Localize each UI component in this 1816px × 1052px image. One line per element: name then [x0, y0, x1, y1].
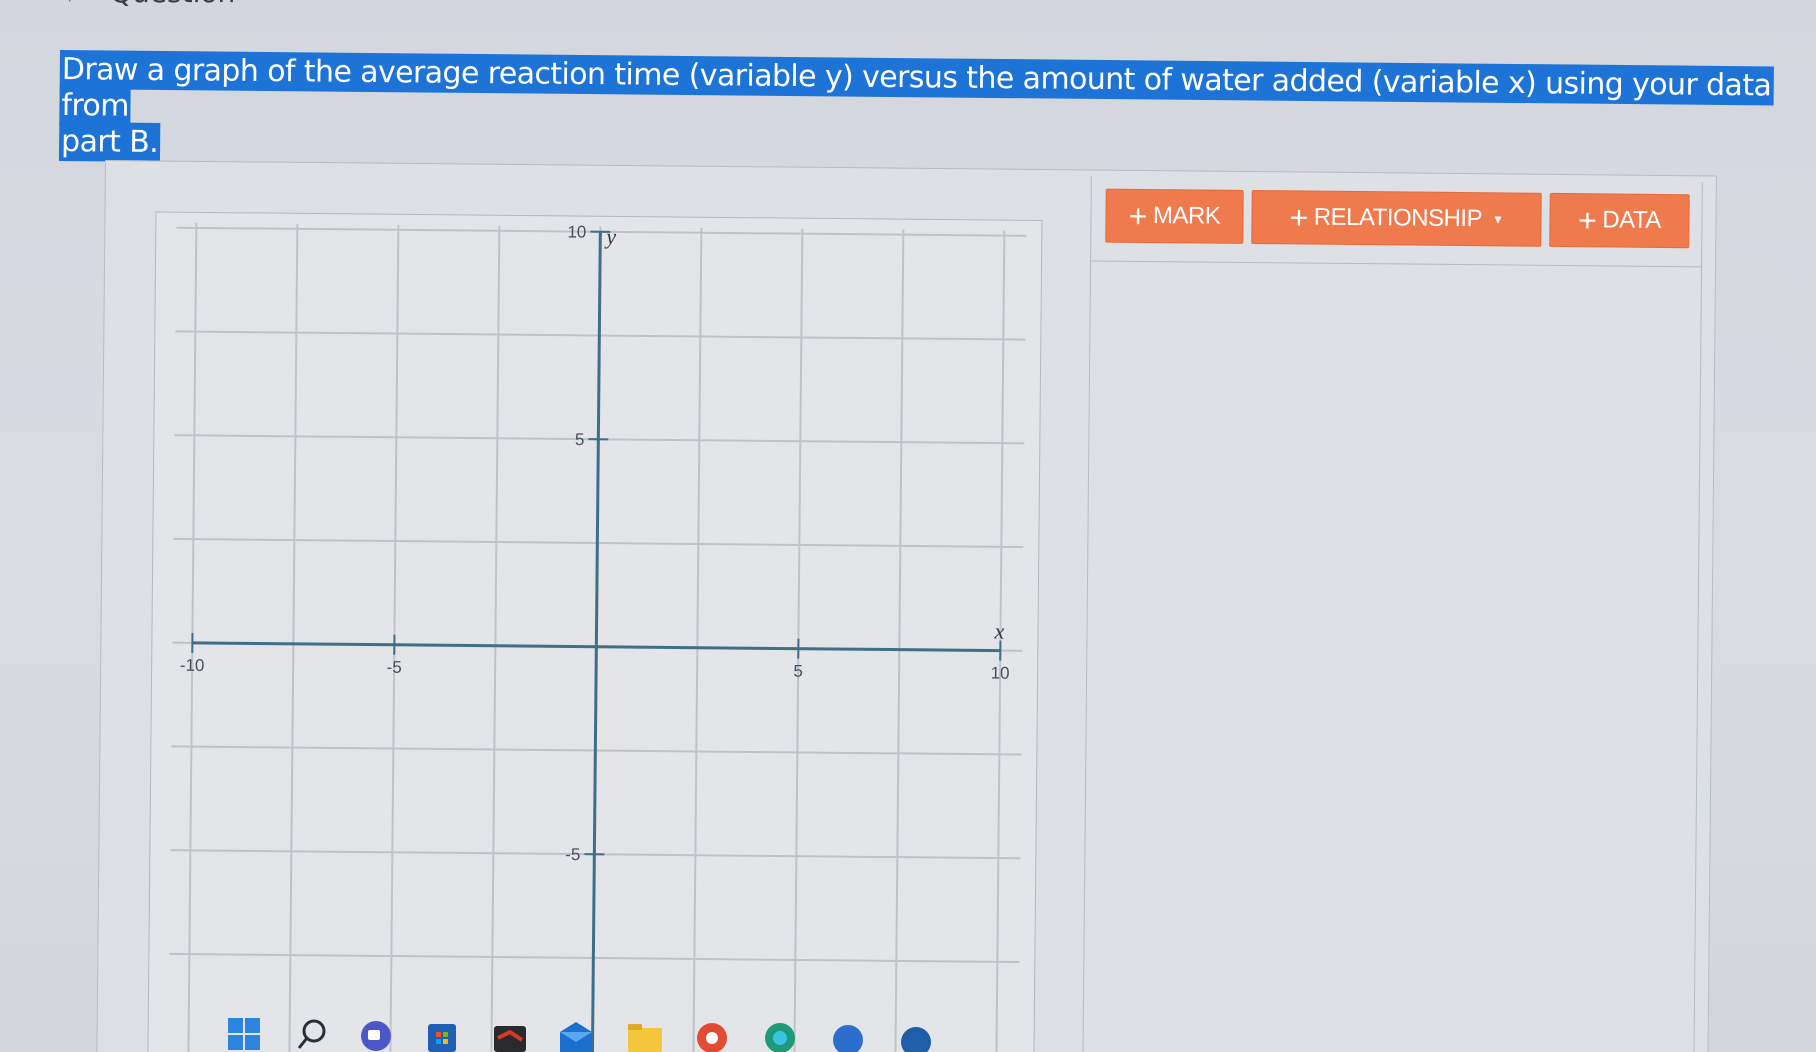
game-icon[interactable] [492, 1016, 528, 1052]
side-panel: + MARK + RELATIONSHIP ▼ + DATA [1082, 176, 1703, 1052]
add-data-button[interactable]: + DATA [1549, 192, 1690, 249]
grid-line-vertical [490, 225, 501, 1052]
graphing-widget: x y -10 -5 5 10 10 5 -5 + MARK + RELATIONSHIP ▼ … [96, 160, 1717, 1052]
y-tick-label: 10 [567, 222, 586, 241]
page-title: Question [110, 0, 235, 9]
y-axis-line [590, 231, 602, 1052]
data-label: DATA [1602, 206, 1661, 234]
file-explorer-icon[interactable] [626, 1016, 662, 1052]
axes [192, 231, 1001, 1052]
graph-panel[interactable]: x y -10 -5 5 10 10 5 -5 [147, 211, 1043, 1052]
plus-icon: + [1289, 199, 1308, 236]
x-tick-label: 5 [793, 662, 803, 681]
app-icon-2[interactable] [898, 1016, 934, 1052]
x-axis-label: x [993, 619, 1004, 644]
store-icon[interactable] [424, 1016, 460, 1052]
windows-start-icon[interactable] [226, 1016, 262, 1052]
x-tick-label: 10 [991, 664, 1010, 683]
y-tick-label: 5 [575, 430, 585, 449]
coordinate-plane[interactable]: x y -10 -5 5 10 10 5 -5 [148, 212, 1041, 1052]
plus-icon: + [1128, 197, 1148, 235]
y-axis-label: y [604, 224, 616, 249]
edge-icon[interactable] [762, 1016, 798, 1052]
chrome-icon[interactable] [694, 1016, 730, 1052]
screen: ♥ Question Draw a graph of the average r… [0, 0, 1816, 1052]
grid-line-vertical [894, 229, 905, 1052]
mail-icon[interactable] [558, 1016, 594, 1052]
y-tick-label: -5 [565, 845, 580, 864]
question-line-2: part B. [58, 121, 161, 162]
x-tick-label: -10 [180, 656, 205, 675]
search-icon[interactable] [294, 1016, 330, 1052]
heart-icon: ♥ [62, 0, 77, 6]
toolbar: + MARK + RELATIONSHIP ▼ + DATA [1091, 176, 1702, 268]
grid-line-vertical [692, 227, 703, 1052]
question-prompt: Draw a graph of the average reaction tim… [58, 50, 1780, 177]
meet-icon[interactable] [358, 1016, 394, 1052]
add-relationship-button[interactable]: + RELATIONSHIP ▼ [1251, 190, 1542, 247]
app-icon[interactable] [830, 1016, 866, 1052]
add-mark-button[interactable]: + MARK [1105, 188, 1244, 244]
plus-icon: + [1577, 202, 1597, 239]
mark-label: MARK [1152, 202, 1221, 230]
question-line-1: Draw a graph of the average reaction tim… [59, 50, 1774, 126]
page-heading: ♥ Question [40, 0, 380, 10]
x-tick-label: -5 [386, 658, 401, 677]
relationship-label: RELATIONSHIP [1313, 203, 1483, 233]
taskbar [0, 1012, 1816, 1052]
grid-line-vertical [288, 223, 299, 1052]
chevron-down-icon: ▼ [1491, 212, 1504, 227]
